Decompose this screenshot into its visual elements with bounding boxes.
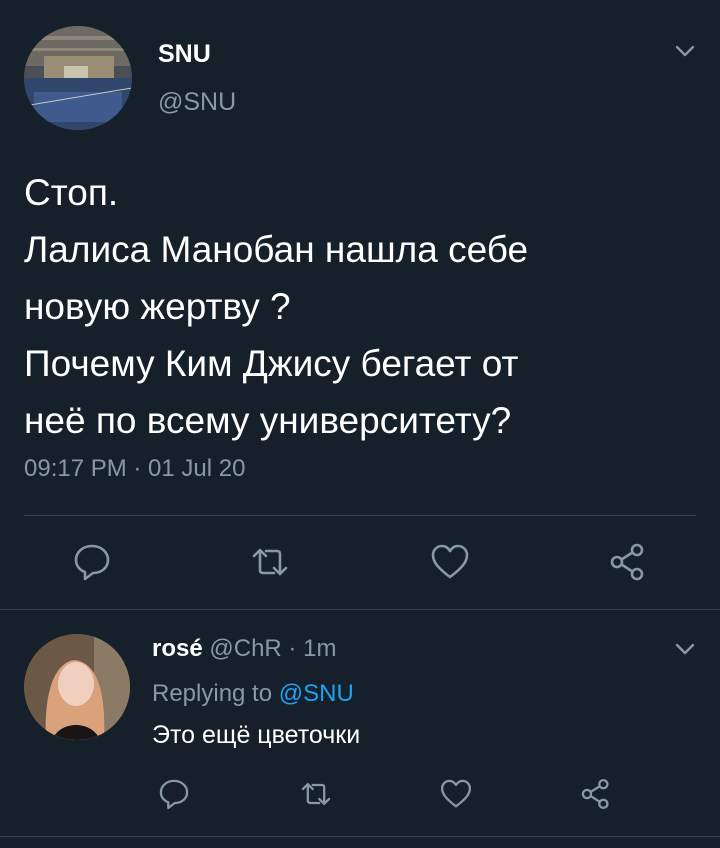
display-name[interactable]: SNU: [158, 40, 211, 69]
like-icon[interactable]: [438, 776, 474, 812]
retweet-icon[interactable]: [298, 776, 334, 812]
divider: [0, 609, 720, 610]
tweet-text-line: Почему Ким Джису бегает от: [24, 343, 519, 384]
reply-handle[interactable]: @ChR: [209, 635, 281, 662]
like-icon[interactable]: [428, 540, 472, 584]
gym-photo: [24, 26, 132, 130]
tweet-text-line: новую жертву ?: [24, 286, 291, 327]
share-icon[interactable]: [578, 776, 614, 812]
chevron-down-icon[interactable]: [672, 38, 698, 64]
tweet-text-line: неё по всему университету?: [24, 400, 512, 441]
share-icon[interactable]: [606, 540, 650, 584]
reply-icon[interactable]: [156, 776, 192, 812]
reply-icon[interactable]: [70, 540, 114, 584]
chevron-down-icon[interactable]: [672, 636, 698, 662]
tweet-text-line: Стоп.: [24, 172, 119, 213]
reply-display-name[interactable]: rosé: [152, 635, 203, 662]
tweet-text: Стоп. Лалиса Манобан нашла себе новую же…: [24, 164, 704, 449]
reply-text: Это ещё цветочки: [152, 721, 361, 749]
separator: ·: [288, 635, 297, 662]
timestamp[interactable]: 09:17 PM · 01 Jul 20: [24, 455, 245, 483]
user-handle[interactable]: @SNU: [158, 88, 236, 117]
replying-label: Replying to: [152, 680, 273, 707]
reply-header: rosé @ChR · 1m: [152, 635, 336, 663]
avatar[interactable]: [24, 26, 132, 130]
divider: [24, 515, 696, 516]
reply-avatar[interactable]: [24, 634, 130, 740]
retweet-icon[interactable]: [248, 540, 292, 584]
reply-time[interactable]: 1m: [303, 635, 336, 662]
tweet-text-line: Лалиса Манобан нашла себе: [24, 229, 529, 270]
portrait-photo: [24, 634, 130, 740]
divider: [0, 836, 720, 837]
replying-to: Replying to @SNU: [152, 680, 354, 708]
mention-link[interactable]: @SNU: [279, 680, 354, 707]
